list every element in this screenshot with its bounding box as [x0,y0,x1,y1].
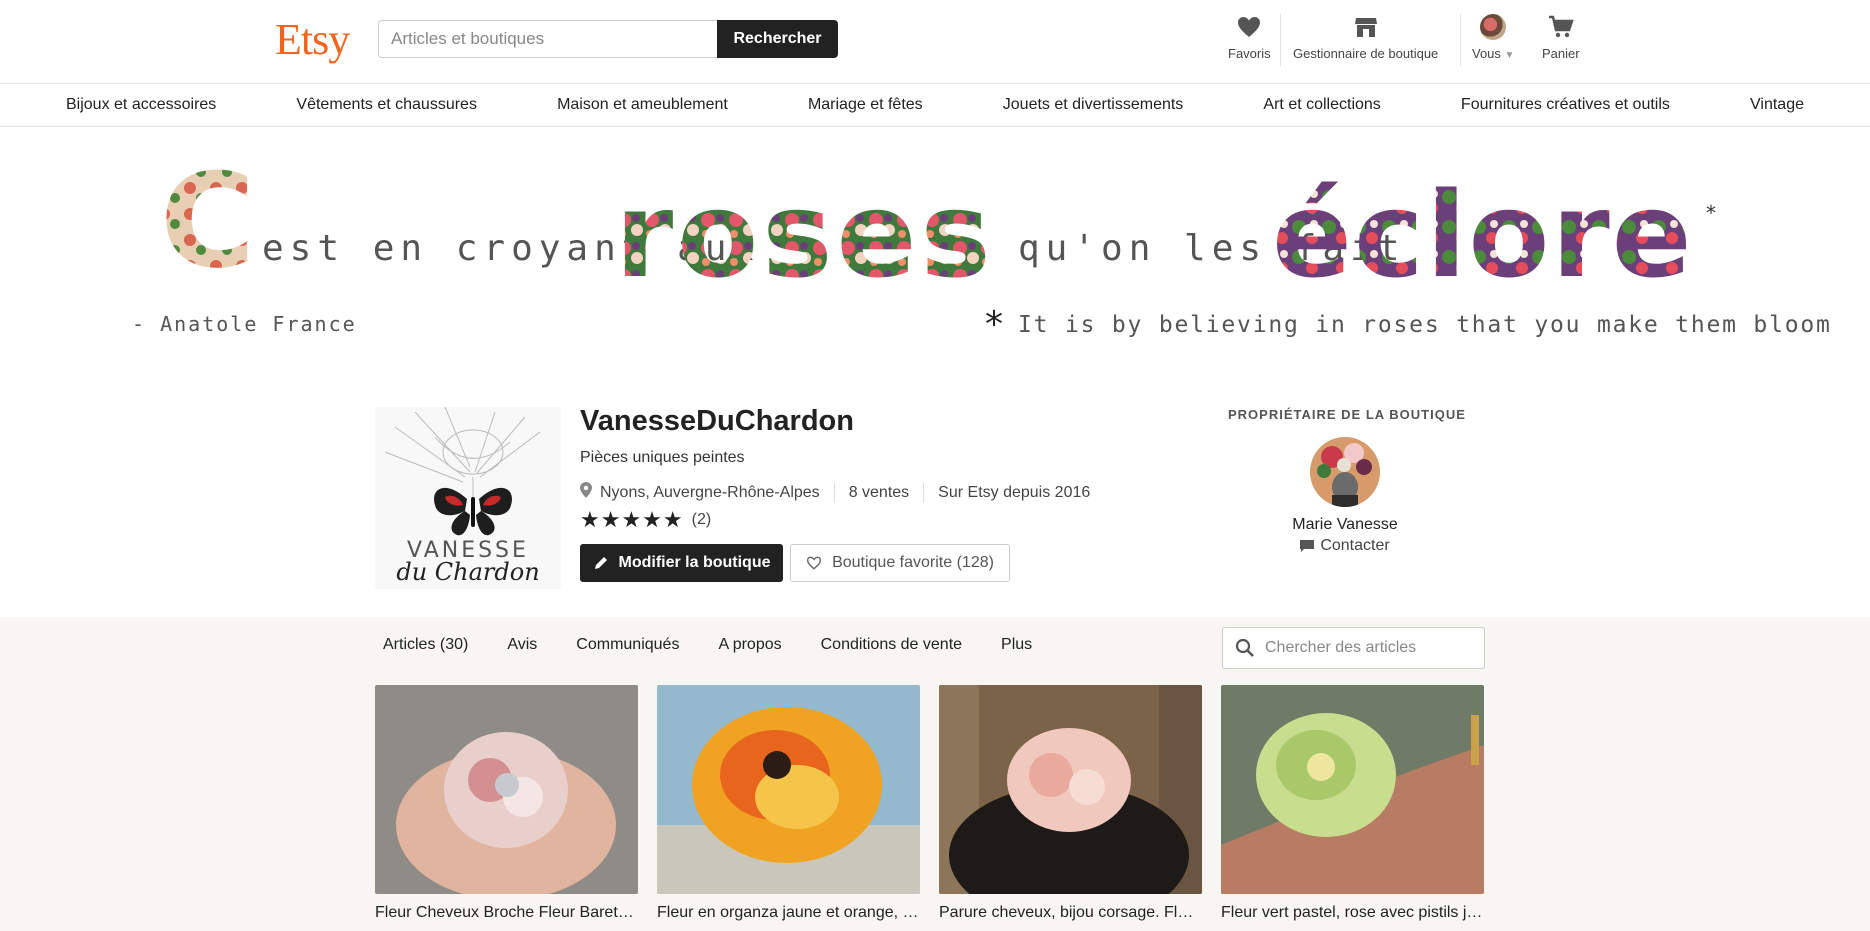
favorites-link[interactable]: Favoris [1228,14,1271,70]
listing-title[interactable]: Parure cheveux, bijou corsage. Fleur en … [939,904,1202,922]
listing-image[interactable] [657,685,920,894]
you-menu[interactable]: Vous ▼ [1472,14,1514,70]
avatar [1480,14,1507,40]
shop-banner: C est en croyant aux roses qu'on les fai… [0,128,1870,366]
search-button[interactable]: Rechercher [717,20,838,58]
tab-announcements[interactable]: Communiqués [576,636,679,654]
tab-policies[interactable]: Conditions de vente [821,636,962,654]
favorite-shop-label: Boutique favorite (128) [832,554,994,571]
listings-section [0,617,1870,931]
owner-name: Marie Vanesse [1292,516,1398,533]
banner-translation-star: * [985,304,1003,345]
banner-letter: C [160,145,255,297]
category-link[interactable]: Art et collections [1263,96,1380,114]
item-search-input[interactable] [1265,639,1465,657]
nav-divider [1280,14,1281,66]
shop-meta: Nyons, Auvergne-Rhône-Alpes 8 ventes Sur… [580,482,1090,503]
banner-word-roses: roses [615,166,995,304]
shop-logo: VANESSE du Chardon [375,407,561,589]
cart-icon [1548,14,1574,40]
cart-label: Panier [1542,46,1580,61]
listing-image[interactable] [939,685,1202,894]
listing-title[interactable]: Fleur vert pastel, rose avec pistils jau… [1221,904,1484,922]
contact-label: Contacter [1320,537,1390,554]
banner-word-eclore: éclore [1272,166,1694,304]
review-count: (2) [691,511,712,528]
search-icon [1235,638,1255,658]
search-input[interactable] [378,20,718,58]
tab-more[interactable]: Plus [1001,636,1032,654]
shop-sales: 8 ventes [848,483,910,501]
message-icon [1300,540,1315,552]
shop-manager-link[interactable]: Gestionnaire de boutique [1293,14,1438,70]
listing-card[interactable]: Fleur en organza jaune et orange, broche… [657,685,920,922]
category-link[interactable]: Mariage et fêtes [808,96,923,114]
category-link[interactable]: Fournitures créatives et outils [1461,96,1670,114]
edit-shop-button[interactable]: Modifier la boutique [580,544,783,582]
category-link[interactable]: Jouets et divertissements [1003,96,1184,114]
owner-avatar[interactable] [1310,437,1380,507]
contact-owner-link[interactable]: Contacter [1228,537,1462,555]
shop-icon [1354,14,1378,40]
heart-icon [1237,14,1261,40]
tab-articles[interactable]: Articles (30) [383,636,468,654]
tab-about[interactable]: A propos [718,636,781,654]
listing-card[interactable]: Fleur vert pastel, rose avec pistils jau… [1221,685,1484,922]
favorite-shop-button[interactable]: Boutique favorite (128) [790,544,1010,582]
cart-link[interactable]: Panier [1542,14,1580,70]
meta-divider [833,482,835,503]
etsy-logo[interactable]: Etsy [275,14,350,65]
chevron-down-icon: ▼ [1504,50,1515,61]
location-pin-icon [580,482,592,503]
shop-location: Nyons, Auvergne-Rhône-Alpes [600,483,820,501]
listing-title[interactable]: Fleur en organza jaune et orange, broche… [657,904,920,922]
category-link[interactable]: Maison et ameublement [557,96,728,114]
star-rating-icon: ★★★★★ [580,507,684,532]
listing-card[interactable]: Parure cheveux, bijou corsage. Fleur en … [939,685,1202,922]
category-link[interactable]: Vêtements et chaussures [296,96,477,114]
tab-reviews[interactable]: Avis [507,636,537,654]
top-header: Etsy Rechercher Favoris Gestionnaire de … [0,0,1870,84]
edit-shop-label: Modifier la boutique [618,554,771,571]
rating[interactable]: ★★★★★ (2) [580,507,711,533]
banner-translation: It is by believing in roses that you mak… [1018,312,1832,338]
owner-heading: PROPRIÉTAIRE DE LA BOUTIQUE [1228,407,1466,422]
listing-title[interactable]: Fleur Cheveux Broche Fleur Barette Fleur… [375,904,638,922]
shop-logo-text: du Chardon [396,558,539,586]
heart-outline-icon [806,556,822,570]
category-link[interactable]: Vintage [1750,96,1804,114]
item-search [1222,627,1485,669]
shop-tabs: Articles (30) Avis Communiqués A propos … [383,636,1032,654]
listing-image[interactable] [375,685,638,894]
shop-name: VanesseDuChardon [580,405,854,437]
nav-divider [1460,14,1461,66]
pencil-icon [593,555,609,571]
shop-manager-label: Gestionnaire de boutique [1293,46,1439,61]
meta-divider [923,482,925,503]
category-nav: Bijoux et accessoires Vêtements et chaus… [0,84,1870,127]
listing-card[interactable]: Fleur Cheveux Broche Fleur Barette Fleur… [375,685,638,922]
shop-tagline: Pièces uniques peintes [580,449,745,466]
banner-author: - Anatole France [132,312,357,336]
you-label: Vous [1472,46,1501,61]
banner-asterisk: * [1706,201,1716,225]
listing-image[interactable] [1221,685,1484,894]
shop-since: Sur Etsy depuis 2016 [938,483,1091,501]
category-link[interactable]: Bijoux et accessoires [66,96,216,114]
favorites-label: Favoris [1228,46,1271,61]
